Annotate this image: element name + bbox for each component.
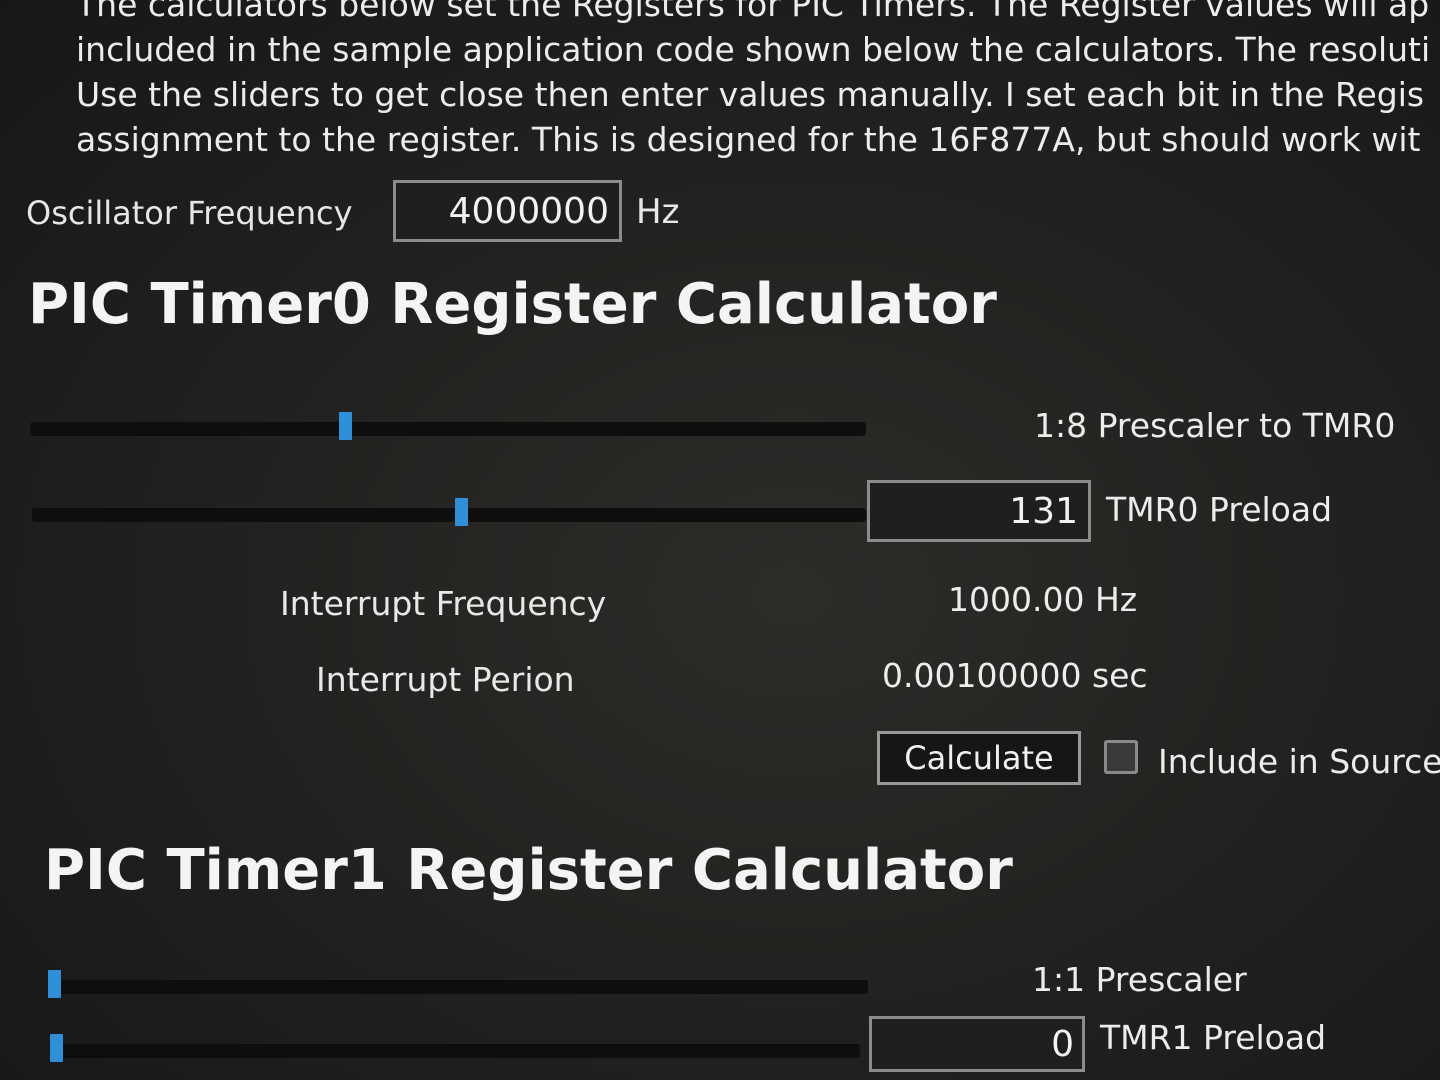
interrupt-frequency-value: 1000.00 Hz	[948, 580, 1138, 619]
include-in-source-label: Include in Source	[1158, 742, 1440, 781]
intro-line-2: included in the sample application code …	[76, 30, 1431, 69]
calculate-button[interactable]: Calculate	[877, 731, 1081, 785]
interrupt-frequency-label: Interrupt Frequency	[280, 584, 607, 623]
intro-line-4: assignment to the register. This is desi…	[76, 120, 1421, 159]
interrupt-period-label: Interrupt Perion	[316, 660, 575, 699]
oscillator-frequency-unit: Hz	[636, 192, 680, 232]
timer1-preload-label: TMR1 Preload	[1100, 1018, 1327, 1057]
timer1-prescaler-label: 1:1 Prescaler	[1032, 960, 1247, 999]
timer0-preload-slider[interactable]	[32, 498, 866, 526]
timer1-preload-slider[interactable]	[50, 1034, 860, 1062]
timer1-heading: PIC Timer1 Register Calculator	[44, 838, 1013, 903]
timer0-preload-slider-thumb[interactable]	[454, 498, 468, 526]
intro-text: The calculators below set the Registers …	[76, 0, 1440, 162]
oscillator-frequency-label: Oscillator Frequency	[26, 194, 353, 232]
page: The calculators below set the Registers …	[0, 0, 1440, 1080]
timer0-heading: PIC Timer0 Register Calculator	[28, 272, 997, 337]
intro-line-1: The calculators below set the Registers …	[76, 0, 1430, 24]
timer1-preload-input[interactable]	[869, 1016, 1085, 1072]
timer0-prescaler-label: 1:8 Prescaler to TMR0	[1034, 406, 1396, 445]
timer1-preload-slider-thumb[interactable]	[50, 1034, 63, 1062]
timer0-prescaler-slider-thumb[interactable]	[338, 412, 352, 440]
intro-line-3: Use the sliders to get close then enter …	[76, 75, 1425, 114]
include-in-source-checkbox[interactable]	[1104, 740, 1138, 774]
interrupt-period-value: 0.00100000 sec	[882, 656, 1148, 695]
timer0-preload-input[interactable]	[867, 480, 1091, 542]
timer0-prescaler-slider[interactable]	[30, 412, 866, 440]
timer1-prescaler-slider[interactable]	[48, 970, 868, 998]
timer0-preload-label: TMR0 Preload	[1106, 490, 1333, 529]
timer1-prescaler-slider-thumb[interactable]	[48, 970, 61, 998]
oscillator-frequency-input[interactable]	[393, 180, 622, 242]
